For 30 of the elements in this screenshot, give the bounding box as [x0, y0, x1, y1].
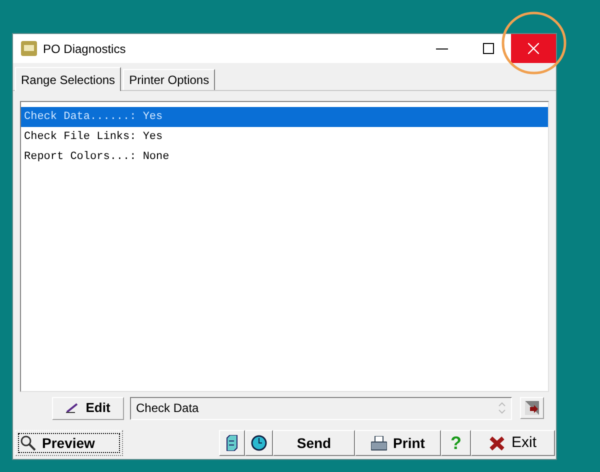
spinner-icon [498, 401, 506, 415]
pencil-icon [66, 403, 78, 413]
list-item[interactable]: Check Data......: Yes [21, 107, 548, 127]
lookup-button[interactable] [520, 397, 544, 419]
list-item[interactable]: Report Colors...: None [21, 147, 548, 167]
exit-button[interactable]: Exit [471, 430, 555, 456]
print-button[interactable]: Print [355, 430, 441, 456]
printer-icon [371, 436, 388, 450]
magnifier-icon [20, 435, 36, 451]
file-cabinet-icon [226, 435, 238, 451]
annotation-circle [501, 11, 567, 75]
tab[interactable]: Range Selections [15, 67, 122, 91]
value-field[interactable]: Check Data [130, 396, 512, 420]
send-button[interactable]: Send [273, 430, 355, 456]
window-title: PO Diagnostics [43, 40, 126, 58]
clock-button[interactable] [245, 430, 273, 456]
tab[interactable]: Printer Options [123, 69, 216, 90]
field-value: Check Data [136, 400, 199, 417]
close-icon [528, 43, 539, 54]
edit-button[interactable]: Edit [52, 396, 124, 420]
x-icon [489, 436, 506, 450]
app-icon [21, 41, 37, 56]
minimize-icon [436, 48, 448, 50]
maximize-icon [482, 43, 494, 54]
file-button[interactable] [219, 430, 245, 456]
close-button[interactable] [511, 34, 556, 63]
arrow-icon [525, 401, 539, 415]
clock-icon [251, 435, 267, 451]
preview-button[interactable]: Preview [15, 430, 123, 456]
list-item[interactable]: Check File Links: Yes [21, 127, 548, 147]
